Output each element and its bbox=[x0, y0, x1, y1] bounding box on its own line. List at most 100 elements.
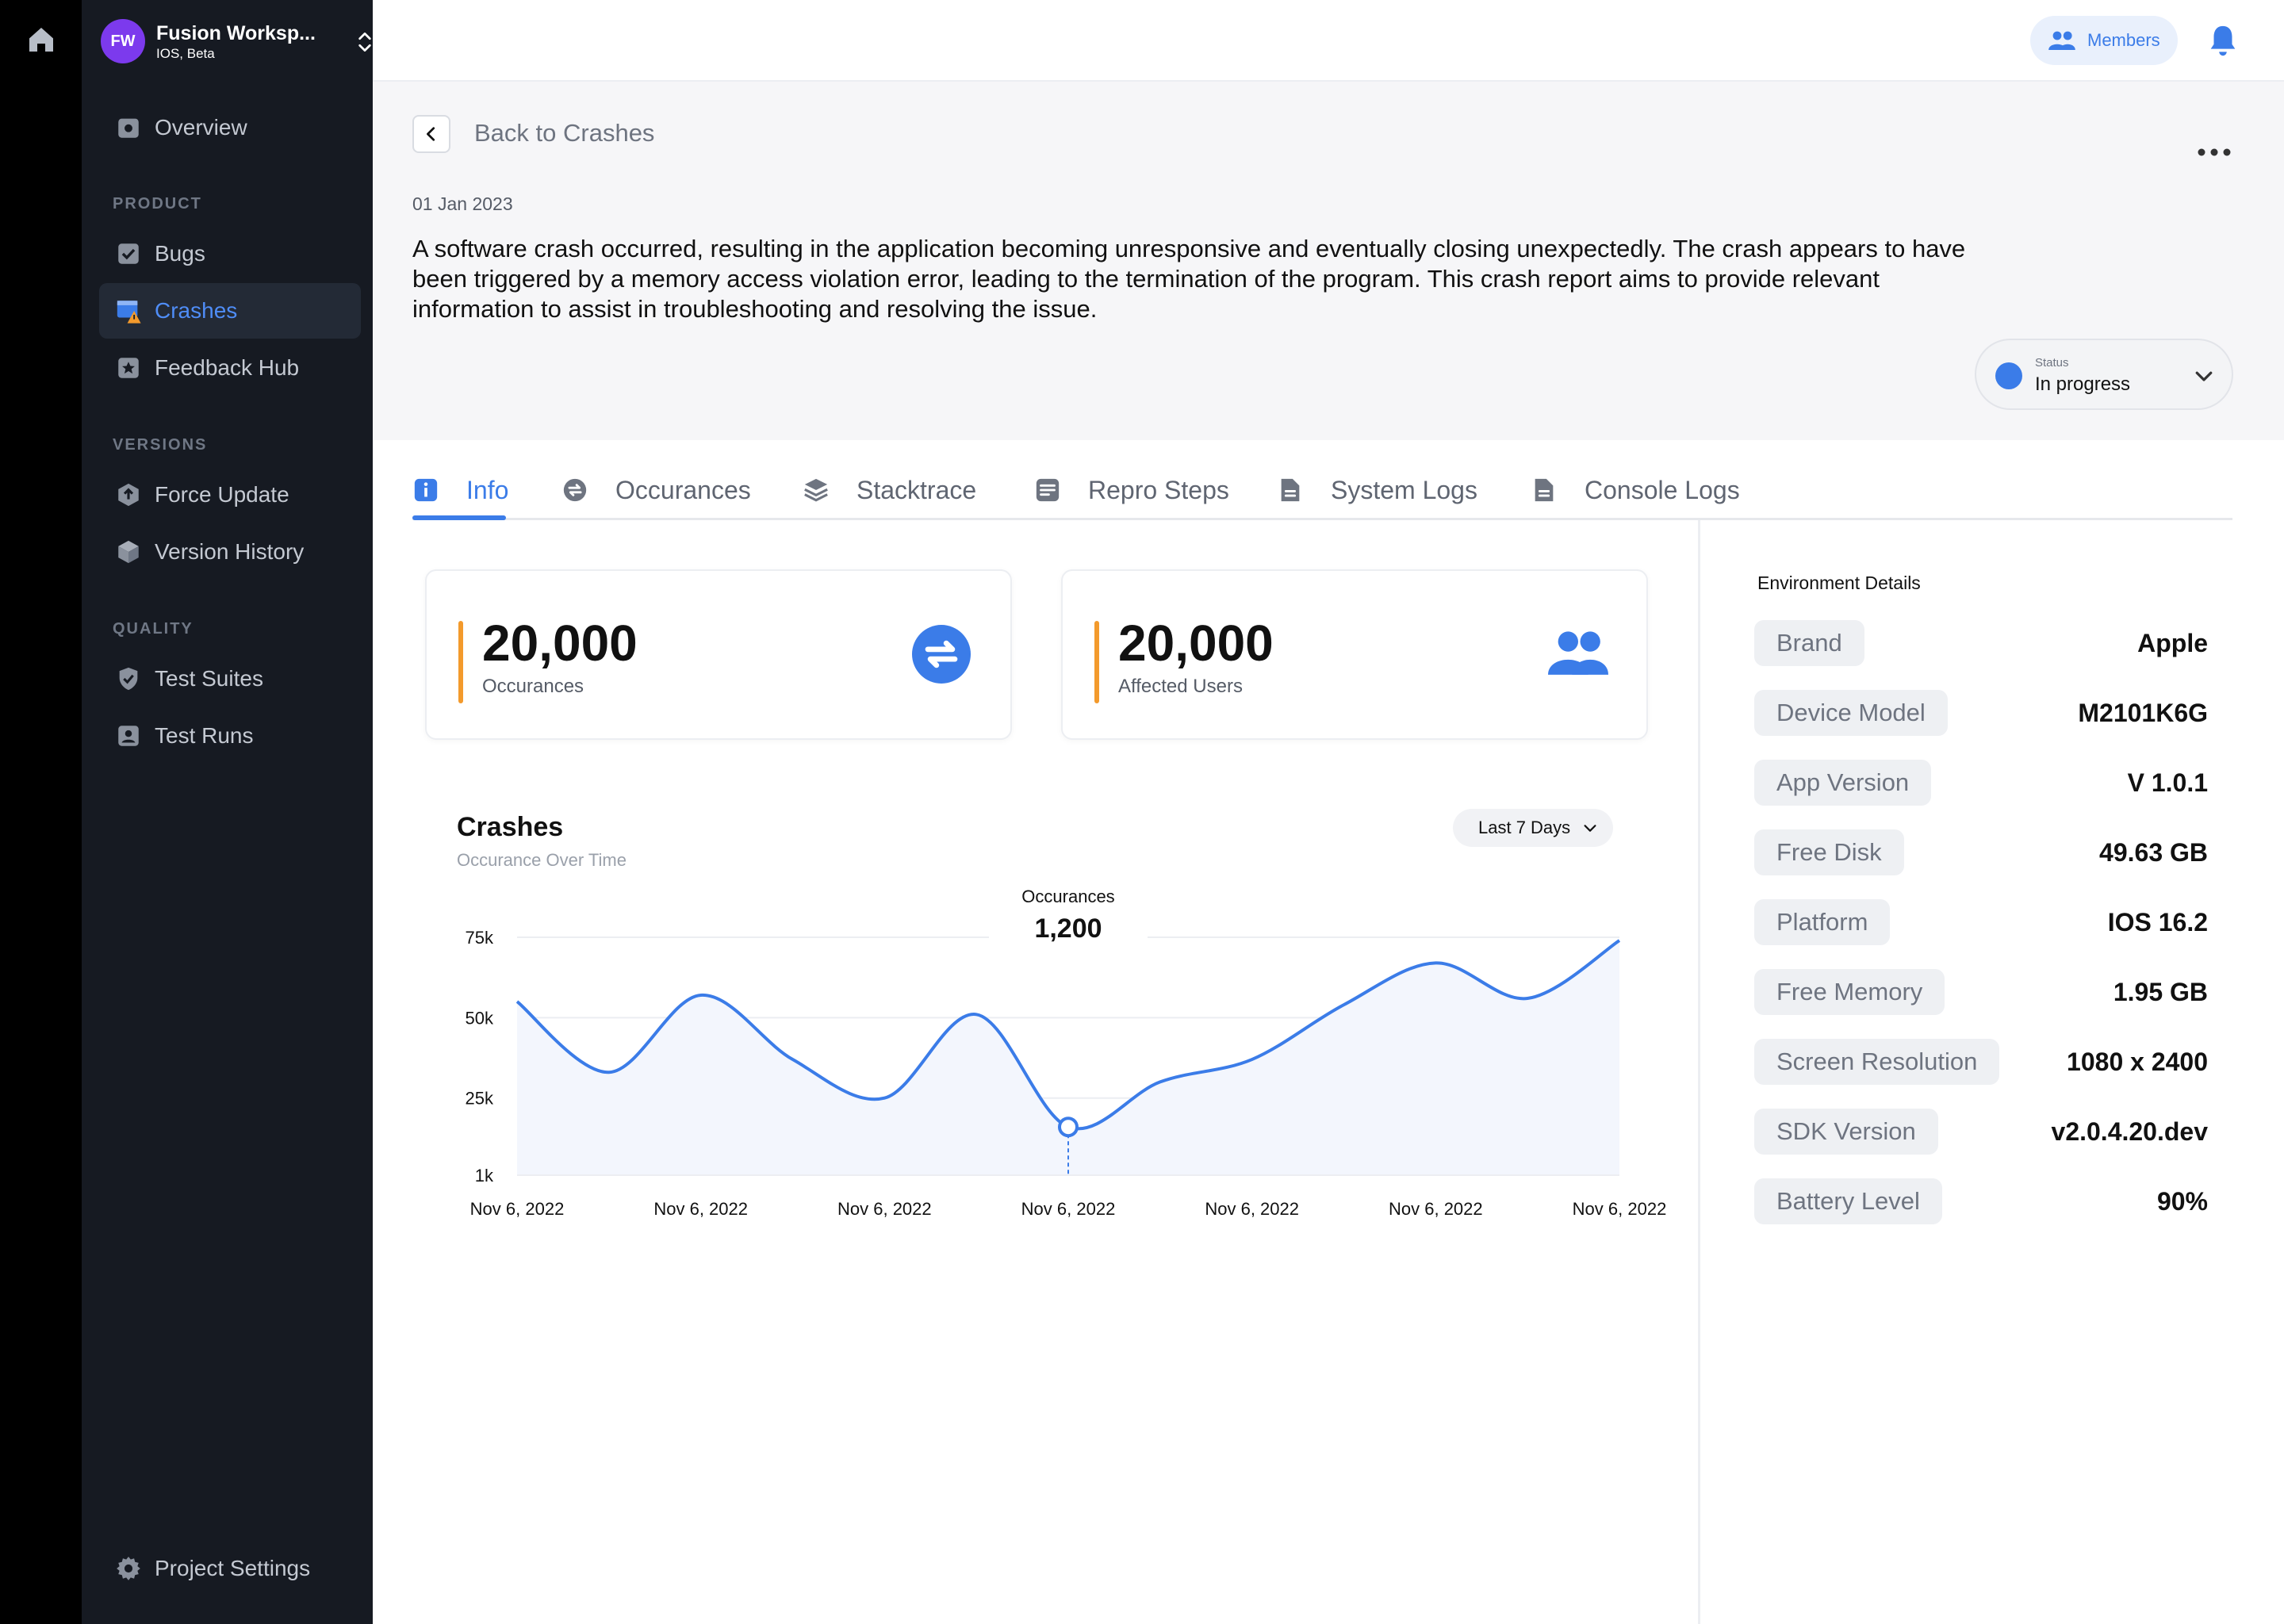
environment-value: 90% bbox=[2156, 1186, 2208, 1216]
accent-bar bbox=[458, 621, 463, 703]
sidebar-item-overview[interactable]: Overview bbox=[99, 100, 361, 155]
workspace-switcher[interactable]: FW Fusion Worksp... IOS, Beta bbox=[101, 17, 371, 65]
environment-key: Battery Level bbox=[1754, 1178, 1942, 1224]
chevron-down-icon bbox=[2195, 371, 2213, 381]
members-label: Members bbox=[2087, 30, 2160, 50]
environment-key: Platform bbox=[1754, 899, 1891, 945]
affected-users-card: 20,000 Affected Users bbox=[1061, 569, 1648, 740]
section-product: PRODUCT bbox=[113, 195, 202, 213]
affected-users-label: Affected Users bbox=[1118, 676, 1243, 697]
shield-icon bbox=[119, 667, 138, 691]
sidebar-item-force-update[interactable]: Force Update bbox=[99, 467, 361, 523]
tooltip-point bbox=[1058, 1116, 1079, 1138]
tooltip-value: 1,200 bbox=[1034, 914, 1102, 944]
tab-console-logs[interactable]: Console Logs bbox=[1531, 460, 1740, 520]
active-tab-indicator bbox=[412, 515, 506, 520]
box-icon bbox=[118, 540, 139, 564]
sidebar-item-bugs[interactable]: Bugs bbox=[99, 226, 361, 282]
environment-value: 49.63 GB bbox=[2099, 837, 2208, 867]
environment-row: SDK Version v2.0.4.20.dev bbox=[1754, 1109, 2208, 1155]
x-tick-label: Nov 6, 2022 bbox=[1389, 1199, 1483, 1219]
sidebar-item-label: Feedback Hub bbox=[155, 355, 300, 380]
panel-divider bbox=[1698, 520, 1700, 1624]
environment-row: Free Memory 1.95 GB bbox=[1754, 969, 2208, 1015]
tab-label: Console Logs bbox=[1585, 475, 1740, 504]
sidebar-item-label: Force Update bbox=[155, 482, 289, 507]
environment-row: Free Disk 49.63 GB bbox=[1754, 829, 2208, 875]
date-range-label: Last 7 Days bbox=[1478, 818, 1571, 837]
environment-key: Brand bbox=[1754, 620, 1864, 666]
x-tick-label: Nov 6, 2022 bbox=[837, 1199, 932, 1219]
crash-icon bbox=[117, 301, 141, 324]
environment-row: Battery Level 90% bbox=[1754, 1178, 2208, 1224]
sidebar: FW Fusion Worksp... IOS, Beta Overview P… bbox=[82, 0, 373, 1624]
occurances-label: Occurances bbox=[482, 676, 584, 697]
sidebar-item-label: Overview bbox=[155, 115, 247, 140]
date-range-dropdown[interactable]: Last 7 Days bbox=[1453, 809, 1613, 847]
sidebar-item-project-settings[interactable]: Project Settings bbox=[99, 1541, 361, 1596]
occurances-card: 20,000 Occurances bbox=[425, 569, 1012, 740]
tab-label: System Logs bbox=[1331, 475, 1477, 504]
members-button[interactable]: Members bbox=[2030, 16, 2178, 65]
chevron-down-icon bbox=[1584, 825, 1596, 832]
tab-info[interactable]: Info bbox=[412, 460, 508, 520]
file-icon bbox=[1281, 478, 1300, 502]
status-dot bbox=[1995, 362, 2022, 389]
home-icon[interactable] bbox=[25, 24, 57, 56]
environment-value: M2101K6G bbox=[2078, 698, 2208, 727]
sidebar-item-label: Project Settings bbox=[155, 1556, 311, 1580]
more-options-icon[interactable] bbox=[2197, 147, 2232, 157]
sidebar-item-test-runs[interactable]: Test Runs bbox=[99, 708, 361, 764]
environment-value: V 1.0.1 bbox=[2127, 768, 2208, 797]
accent-bar bbox=[1094, 621, 1099, 703]
tab-label: Stacktrace bbox=[856, 475, 977, 504]
status-dropdown[interactable]: Status In progress bbox=[1975, 339, 2233, 410]
tab-label: Repro Steps bbox=[1088, 475, 1229, 504]
x-tick-label: Nov 6, 2022 bbox=[1205, 1199, 1299, 1219]
refresh-icon bbox=[912, 625, 971, 684]
app-rail bbox=[0, 0, 82, 1624]
users-icon bbox=[2048, 31, 2075, 50]
y-tick-label: 75k bbox=[466, 928, 494, 948]
sidebar-item-label: Bugs bbox=[155, 241, 205, 266]
y-tick-label: 25k bbox=[466, 1089, 494, 1109]
tab-stacktrace[interactable]: Stacktrace bbox=[803, 460, 976, 520]
environment-key: Free Disk bbox=[1754, 829, 1904, 875]
tab-occurances[interactable]: Occurances bbox=[561, 460, 751, 520]
environment-row: Platform IOS 16.2 bbox=[1754, 899, 2208, 945]
area-fill bbox=[517, 940, 1619, 1175]
sidebar-item-test-suites[interactable]: Test Suites bbox=[99, 651, 361, 707]
sidebar-item-crashes[interactable]: Crashes bbox=[99, 283, 361, 339]
sidebar-item-feedback-hub[interactable]: Feedback Hub bbox=[99, 340, 361, 396]
back-button[interactable] bbox=[412, 115, 450, 153]
section-versions: VERSIONS bbox=[113, 436, 208, 454]
status-label: Status bbox=[2035, 356, 2069, 370]
tooltip-label: Occurances bbox=[1021, 887, 1114, 906]
bell-icon[interactable] bbox=[2205, 22, 2241, 60]
sidebar-item-label: Crashes bbox=[155, 298, 238, 323]
environment-value: Apple bbox=[2137, 628, 2208, 657]
sidebar-item-label: Test Suites bbox=[155, 666, 263, 691]
file-icon bbox=[1535, 478, 1554, 502]
back-link[interactable]: Back to Crashes bbox=[474, 119, 654, 147]
x-tick-label: Nov 6, 2022 bbox=[653, 1199, 748, 1219]
workspace-avatar: FW bbox=[101, 19, 145, 63]
chart-subtitle: Occurance Over Time bbox=[457, 850, 627, 870]
x-tick-label: Nov 6, 2022 bbox=[470, 1199, 565, 1219]
upload-icon bbox=[118, 483, 139, 507]
list-icon bbox=[1036, 478, 1060, 502]
environment-row: Screen Resolution 1080 x 2400 bbox=[1754, 1039, 2208, 1085]
x-tick-label: Nov 6, 2022 bbox=[1021, 1199, 1116, 1219]
workspace-subtitle: IOS, Beta bbox=[156, 46, 215, 61]
environment-key: SDK Version bbox=[1754, 1109, 1938, 1155]
overview-icon bbox=[118, 118, 139, 138]
refresh-icon bbox=[563, 478, 587, 502]
info-icon bbox=[414, 478, 438, 502]
crash-description: A software crash occurred, resulting in … bbox=[412, 235, 1966, 323]
affected-users-value: 20,000 bbox=[1118, 615, 1274, 672]
chart-title: Crashes bbox=[457, 812, 564, 842]
tab-repro-steps[interactable]: Repro Steps bbox=[1034, 460, 1229, 520]
test-run-icon bbox=[118, 726, 139, 746]
tab-system-logs[interactable]: System Logs bbox=[1277, 460, 1477, 520]
sidebar-item-version-history[interactable]: Version History bbox=[99, 524, 361, 580]
